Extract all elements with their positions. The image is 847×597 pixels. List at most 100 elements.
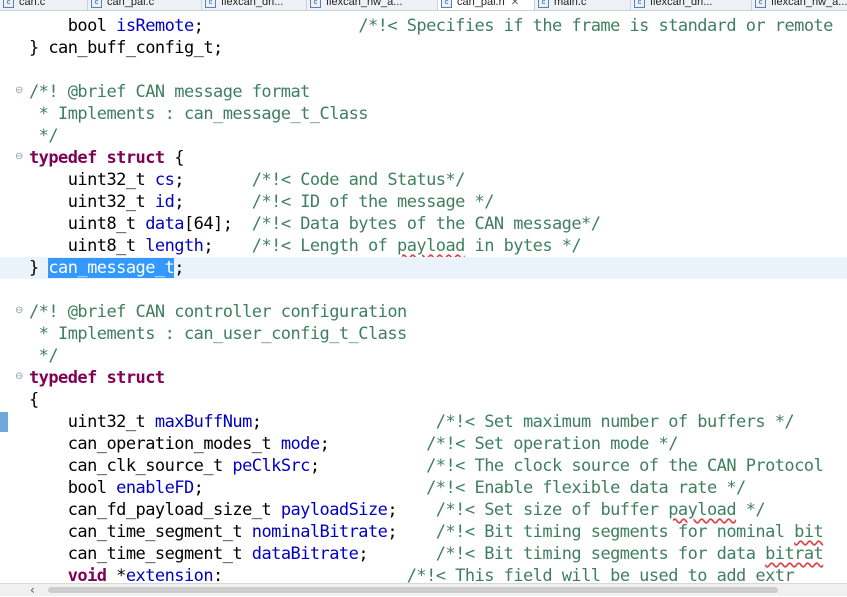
code-line: uint32_t cs; /*!< Code and Status*/ <box>0 169 847 191</box>
code-text: { <box>29 390 39 410</box>
code-line: uint8_t length; /*!< Length of payload i… <box>0 235 847 257</box>
c-file-icon: c <box>3 0 14 8</box>
code-line: uint32_t maxBuffNum; /*!< Set maximum nu… <box>0 411 847 433</box>
field-name: peClkSrc <box>232 456 310 476</box>
c-file-icon: c <box>538 0 549 8</box>
code-keyword: typedef struct <box>29 368 165 388</box>
editor-tab-bar: c can.c c can_pal.c c flexcan_dri... c flexc… <box>0 0 847 11</box>
code-comment: /*!< Set operation mode */ <box>426 434 678 454</box>
field-name: cs <box>154 170 175 190</box>
tab-flexcan-driver-2[interactable]: c flexcan_dri... <box>631 0 752 10</box>
tab-label: flexcan_dri... <box>650 0 713 8</box>
change-marker <box>0 412 8 432</box>
code-comment: /*!< ID of the message */ <box>251 192 495 212</box>
tab-label: can_pal.h <box>457 0 505 8</box>
field-name: nominalBitrate <box>251 522 388 542</box>
c-file-icon: c <box>91 0 102 8</box>
code-text: ; <box>251 412 436 432</box>
tab-label: flexcan_dri... <box>221 0 284 8</box>
horizontal-scrollbar[interactable]: ‹ <box>0 583 847 597</box>
code-text: ; <box>203 236 252 256</box>
spelling-warning[interactable]: payload <box>397 236 465 256</box>
code-text: can_operation_modes_t <box>29 434 281 454</box>
code-comment: in bytes */ <box>464 236 582 256</box>
code-editor[interactable]: bool isRemote; /*!< Specifies if the fra… <box>0 11 847 583</box>
field-name: data <box>145 214 184 234</box>
code-comment: * Implements : can_user_config_t_Class <box>29 324 408 344</box>
close-icon[interactable]: ✕ <box>511 0 519 8</box>
tab-label: flexcan_hw_a... <box>771 0 847 8</box>
field-name: enableFD <box>116 478 194 498</box>
code-text: ; <box>174 258 184 278</box>
h-file-icon: c <box>310 0 321 8</box>
fold-collapse-icon[interactable]: ⊖ <box>15 306 25 316</box>
code-text: uint32_t <box>29 192 155 212</box>
code-line: } can_buff_config_t; <box>0 37 847 59</box>
fold-collapse-icon[interactable]: ⊖ <box>15 152 25 162</box>
code-text: ; <box>193 16 359 36</box>
spelling-warning[interactable]: bit <box>794 522 824 542</box>
current-line: } can_message_t; <box>0 257 847 279</box>
code-line: can_time_segment_t dataBitrate; /*!< Bit… <box>0 543 847 565</box>
code-line: ⊖ /*! @brief CAN controller configuratio… <box>0 301 847 323</box>
code-text: ; <box>387 522 436 542</box>
code-comment: /*!< Bit timing segments for nominal <box>435 522 795 542</box>
code-text: ; <box>358 544 436 564</box>
code-line: * Implements : can_user_config_t_Class <box>0 323 847 345</box>
code-comment: /*!< Specifies if the frame is standard … <box>358 16 833 36</box>
spelling-warning[interactable]: payload <box>668 500 736 520</box>
fold-collapse-icon[interactable]: ⊖ <box>15 372 25 382</box>
tab-main-c[interactable]: c main.c <box>535 0 631 10</box>
code-keyword: void <box>67 566 107 583</box>
code-comment: * Implements : can_message_t_Class <box>29 104 369 124</box>
tab-flexcan-hw-access-2[interactable]: c flexcan_hw_a... <box>752 0 847 10</box>
code-comment: /*!< Code and Status*/ <box>251 170 466 190</box>
h-file-icon: c <box>755 0 766 8</box>
code-text: ; <box>174 192 252 212</box>
code-comment: /*!< Set maximum number of buffers */ <box>435 412 795 432</box>
tab-flexcan-driver[interactable]: c flexcan_dri... <box>202 0 307 10</box>
c-file-icon: c <box>634 0 645 8</box>
code-comment: /*!< The clock source of the CAN Protoco… <box>426 456 824 476</box>
fold-collapse-icon[interactable]: ⊖ <box>15 86 25 96</box>
code-text: : <box>213 566 407 583</box>
code-text: { <box>164 148 184 168</box>
tab-can-c[interactable]: c can.c <box>0 0 88 10</box>
code-line: can_operation_modes_t mode; /*!< Set ope… <box>0 433 847 455</box>
c-file-icon: c <box>205 0 216 8</box>
code-text: uint8_t <box>29 214 146 234</box>
code-comment: */ <box>736 500 766 520</box>
code-text: bool <box>29 478 117 498</box>
tab-label: can_pal.c <box>107 0 155 8</box>
spelling-warning[interactable]: bitrat <box>765 544 824 564</box>
code-text: ; <box>193 478 427 498</box>
code-comment: */ <box>29 346 59 366</box>
tab-can-pal-c[interactable]: c can_pal.c <box>88 0 202 10</box>
code-line: */ <box>0 345 847 367</box>
selected-text[interactable]: can_message_t <box>48 258 175 278</box>
code-line: ⊖ typedef struct { <box>0 147 847 169</box>
code-text: can_fd_payload_size_t <box>29 500 281 520</box>
scrollbar-thumb[interactable] <box>48 587 778 593</box>
code-line: uint32_t id; /*!< ID of the message */ <box>0 191 847 213</box>
code-line: */ <box>0 125 847 147</box>
tab-flexcan-hw-access[interactable]: c flexcan_hw_a... <box>307 0 438 10</box>
tab-label: can.c <box>19 0 46 8</box>
tab-label: main.c <box>554 0 587 8</box>
code-line: ⊖ typedef struct <box>0 367 847 389</box>
code-text: ; <box>309 456 427 476</box>
code-line: uint8_t data[64]; /*!< Data bytes of the… <box>0 213 847 235</box>
code-comment: /*!< Set size of buffer <box>435 500 669 520</box>
code-text: } <box>29 258 49 278</box>
code-text: bool <box>29 16 117 36</box>
code-comment: /*!< Bit timing segments for data <box>435 544 766 564</box>
code-line: can_fd_payload_size_t payloadSize; /*!< … <box>0 499 847 521</box>
code-line: void *extension: /*!< This field will be… <box>0 565 847 583</box>
code-text: uint32_t <box>29 412 155 432</box>
code-text: ; <box>387 500 436 520</box>
code-line: bool enableFD; /*!< Enable flexible data… <box>0 477 847 499</box>
tab-label: flexcan_hw_a... <box>326 0 403 8</box>
tab-can-pal-h[interactable]: c can_pal.h ✕ <box>438 0 535 10</box>
field-name: isRemote <box>116 16 194 36</box>
scroll-left-icon[interactable]: ‹ <box>30 583 35 597</box>
